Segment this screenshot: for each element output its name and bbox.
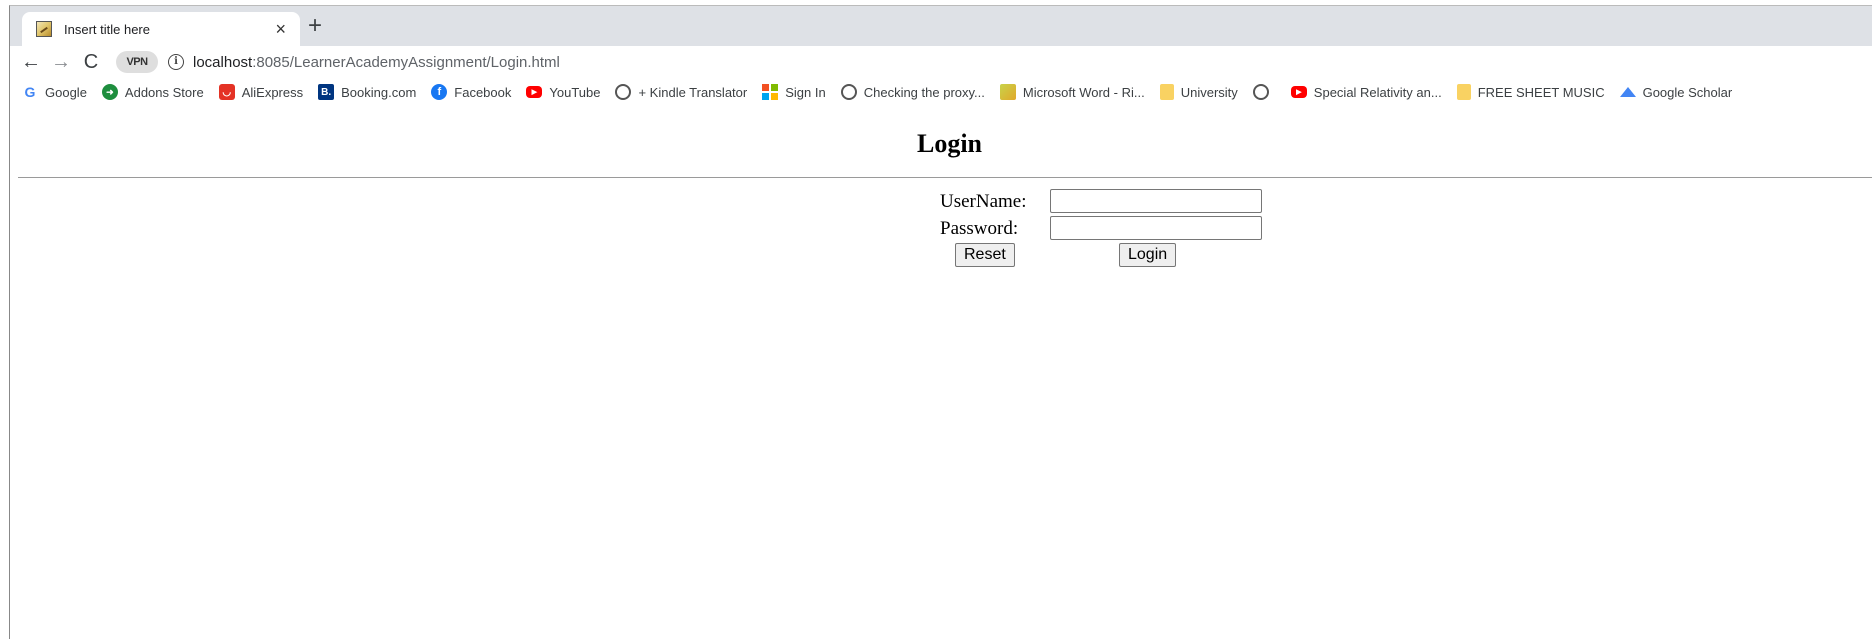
folder-icon [1159,84,1174,100]
tab-strip: Insert title here × + [10,6,1872,46]
url-path: :8085/LearnerAcademyAssignment/Login.htm… [252,53,560,71]
bookmark-facebook[interactable]: f Facebook [431,84,511,100]
reset-button[interactable]: Reset [955,243,1015,267]
url-host: localhost [193,53,253,71]
bookmark-label: + Kindle Translator [638,84,748,100]
bookmark-google-scholar[interactable]: Google Scholar [1619,84,1733,100]
bookmark-label: Booking.com [341,84,417,100]
new-tab-button[interactable]: + [308,14,322,38]
bookmark-label: Addons Store [124,84,204,100]
bookmark-special-relativity[interactable]: ▶ Special Relativity an... [1290,84,1442,100]
bookmark-label: Google Scholar [1642,84,1733,100]
login-button[interactable]: Login [1119,243,1177,267]
bookmark-university[interactable]: University [1159,84,1238,100]
bookmarks-bar: G Google ➜ Addons Store ◡ AliExpress B. Book… [10,78,1872,107]
bookmark-label: FREE SHEET MUSIC [1477,84,1605,100]
bookmark-free-sheet-music[interactable]: FREE SHEET MUSIC [1456,84,1605,100]
bookmark-checking-proxy[interactable]: Checking the proxy... [840,84,985,100]
globe-icon [1252,84,1269,100]
youtube-icon: ▶ [526,86,543,98]
bookmark-label: Facebook [454,84,512,100]
tab-close-icon[interactable]: × [275,20,286,38]
password-input[interactable] [1050,216,1262,240]
forward-arrow-icon[interactable]: → [46,52,76,72]
word-doc-icon [999,84,1016,100]
google-icon: G [24,84,36,100]
address-bar[interactable]: localhost:8085/LearnerAcademyAssignment/… [193,54,560,71]
back-arrow-icon[interactable]: ← [16,52,46,72]
bookmark-label: Sign In [785,84,826,100]
site-info-icon[interactable]: i [168,54,184,70]
bookmark-google[interactable]: G Google [22,84,87,100]
scholar-icon [1619,87,1636,97]
bookmark-addons-store[interactable]: ➜ Addons Store [101,84,204,100]
bookmark-sign-in[interactable]: Sign In [762,84,826,100]
bookmark-label: Checking the proxy... [863,84,985,100]
bookmark-globe[interactable] [1252,84,1276,100]
bookmark-booking[interactable]: B. Booking.com [318,84,416,100]
page-content: Login UserName: Password: Reset Login [10,106,1872,639]
bookmark-youtube[interactable]: ▶ YouTube [526,85,600,100]
page-favicon-icon [36,21,52,37]
bookmark-label: University [1180,84,1238,100]
facebook-icon: f [431,84,448,100]
bookmark-aliexpress[interactable]: ◡ AliExpress [218,84,304,100]
bookmark-label: Special Relativity an... [1313,84,1442,100]
reload-icon[interactable]: C [76,52,106,72]
browser-toolbar: ← → C VPN i localhost:8085/LearnerAcadem… [10,46,1872,78]
password-label: Password: [940,218,1019,239]
aliexpress-icon: ◡ [218,84,235,100]
bookmark-label: AliExpress [241,84,304,100]
username-label: UserName: [940,191,1027,212]
divider [18,177,1872,178]
vpn-button[interactable]: VPN [116,51,158,73]
youtube-icon: ▶ [1290,86,1307,98]
microsoft-icon [762,84,779,100]
bookmark-label: Microsoft Word - Ri... [1022,84,1145,100]
browser-tab[interactable]: Insert title here × [22,12,300,46]
page-title: Login [916,129,983,158]
tab-title: Insert title here [64,21,150,37]
browser-window: Insert title here × + ← → C VPN i localh… [9,5,1872,639]
bookmark-label: Google [45,84,87,100]
globe-icon [840,84,857,100]
bookmark-microsoft-word[interactable]: Microsoft Word - Ri... [999,84,1145,100]
bookmark-label: YouTube [549,84,601,100]
addons-store-icon: ➜ [101,84,118,100]
globe-icon [615,84,632,100]
username-input[interactable] [1050,189,1262,213]
bookmark-kindle-translator[interactable]: + Kindle Translator [615,84,747,100]
folder-icon [1456,84,1471,100]
booking-icon: B. [318,84,335,100]
